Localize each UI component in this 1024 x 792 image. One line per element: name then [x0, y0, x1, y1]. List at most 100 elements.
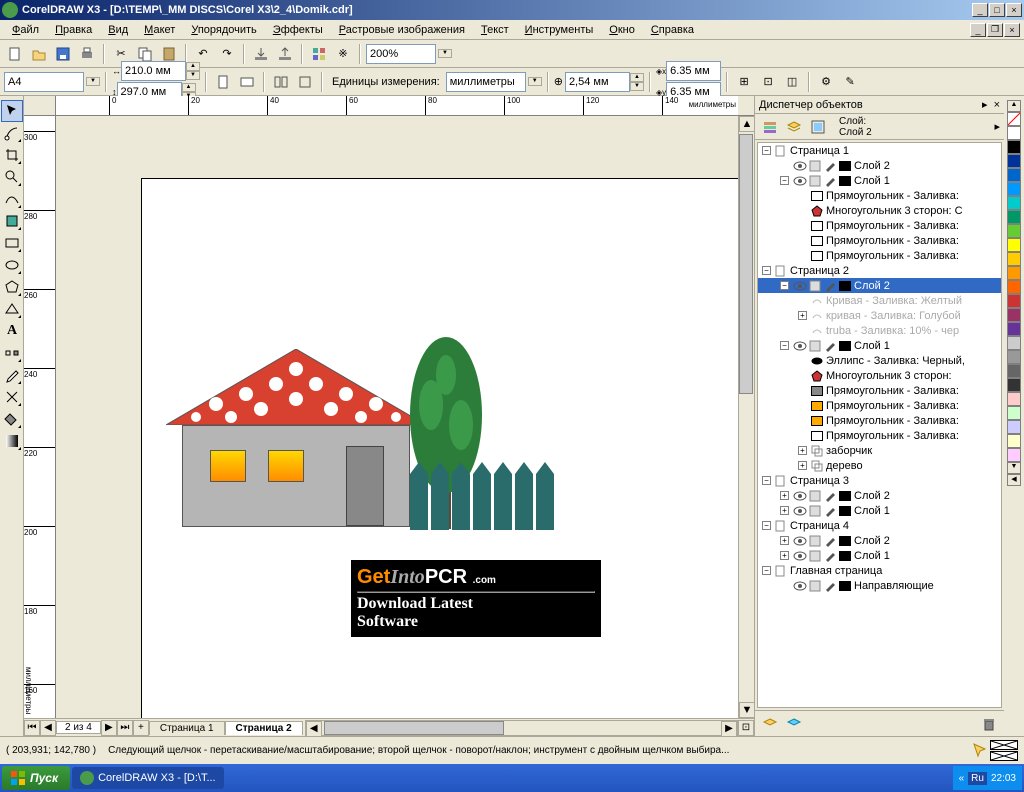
system-tray[interactable]: « Ru 22:03 [953, 766, 1022, 790]
tree-item[interactable]: +Слой 2 [758, 533, 1001, 548]
tree-item[interactable]: Прямоугольник - Заливка: [758, 233, 1001, 248]
no-fill-swatch[interactable] [1007, 112, 1021, 126]
palette-up-button[interactable]: ▲ [1007, 100, 1021, 112]
tree-item[interactable]: +заборчик [758, 443, 1001, 458]
interactive-fill-tool[interactable] [1, 430, 23, 452]
last-page-button[interactable]: ⏭ [117, 720, 133, 736]
scroll-up-button[interactable]: ▲ [739, 116, 755, 132]
shape-tool[interactable] [1, 122, 23, 144]
tree-item[interactable]: +дерево [758, 458, 1001, 473]
color-swatch[interactable] [1007, 378, 1021, 392]
start-button[interactable]: Пуск [2, 766, 70, 790]
menu-инструменты[interactable]: Инструменты [517, 22, 602, 38]
welcome-button[interactable]: ※ [332, 43, 354, 65]
menu-растровые изображения[interactable]: Растровые изображения [331, 22, 473, 38]
interactive-blend-tool[interactable] [1, 342, 23, 364]
show-objects-button[interactable] [759, 116, 781, 138]
docker-close-button[interactable]: × [994, 99, 1000, 111]
page-height-up[interactable]: ▲ [182, 83, 196, 92]
color-swatch[interactable] [1007, 196, 1021, 210]
palette-flyout-button[interactable]: ◀ [1007, 474, 1021, 486]
new-button[interactable] [4, 43, 26, 65]
tree-item[interactable]: Прямоугольник - Заливка: [758, 248, 1001, 263]
color-swatch[interactable] [1007, 294, 1021, 308]
color-swatch[interactable] [1007, 406, 1021, 420]
color-swatch[interactable] [1007, 434, 1021, 448]
color-swatch[interactable] [1007, 336, 1021, 350]
color-swatch[interactable] [1007, 364, 1021, 378]
rectangle-tool[interactable] [1, 232, 23, 254]
basic-shapes-tool[interactable] [1, 298, 23, 320]
tree-item[interactable]: −Слой 1 [758, 338, 1001, 353]
page-tab-2[interactable]: Страница 2 [225, 721, 303, 735]
tree-item[interactable]: Прямоугольник - Заливка: [758, 413, 1001, 428]
mdi-minimize-button[interactable]: _ [970, 23, 986, 37]
tree-item[interactable]: −Слой 1 [758, 173, 1001, 188]
duplicate-x-input[interactable] [666, 61, 721, 81]
menu-эффекты[interactable]: Эффекты [265, 22, 331, 38]
page-width-down[interactable]: ▼ [186, 71, 200, 80]
tree-item[interactable]: Кривая - Заливка: Желтый [758, 293, 1001, 308]
units-combo[interactable] [446, 72, 526, 92]
paper-size-combo[interactable] [4, 72, 84, 92]
hscroll-thumb[interactable] [324, 721, 504, 735]
color-swatch[interactable] [1007, 308, 1021, 322]
color-swatch[interactable] [1007, 420, 1021, 434]
ellipse-tool[interactable] [1, 254, 23, 276]
menu-справка[interactable]: Справка [643, 22, 702, 38]
landscape-button[interactable] [236, 71, 258, 93]
color-swatch[interactable] [1007, 224, 1021, 238]
prev-page-button[interactable]: ◀ [40, 720, 56, 736]
tree-item[interactable]: Эллипс - Заливка: Черный, [758, 353, 1001, 368]
drawing-canvas[interactable]: GetIntoPCR .com Download Latest Software [56, 116, 738, 718]
tree-item[interactable]: Прямоугольник - Заливка: [758, 428, 1001, 443]
navigator-button[interactable]: ⊡ [738, 720, 754, 736]
tree-item[interactable]: +Слой 1 [758, 548, 1001, 563]
horizontal-ruler[interactable]: 020406080100120140160180миллиметры [56, 96, 738, 116]
ruler-origin[interactable] [24, 96, 56, 116]
tree-item[interactable]: Прямоугольник - Заливка: [758, 398, 1001, 413]
vertical-scrollbar[interactable]: ▲ ▼ [738, 116, 754, 718]
close-button[interactable]: × [1006, 3, 1022, 17]
page-layout-button-2[interactable] [294, 71, 316, 93]
color-swatch[interactable] [1007, 252, 1021, 266]
color-swatch[interactable] [1007, 168, 1021, 182]
fill-outline-indicator[interactable] [990, 740, 1018, 761]
pick-tool[interactable] [1, 100, 23, 122]
tree-item[interactable]: −Страница 3 [758, 473, 1001, 488]
tree-item[interactable]: truba - Заливка: 10% - чер [758, 323, 1001, 338]
menu-упорядочить[interactable]: Упорядочить [183, 22, 264, 38]
next-page-button[interactable]: ▶ [101, 720, 117, 736]
new-master-layer-button[interactable] [783, 713, 805, 735]
color-swatch[interactable] [1007, 280, 1021, 294]
vertical-ruler[interactable]: миллиметры 300280260240220200180160140 [24, 116, 56, 718]
menu-файл[interactable]: Файл [4, 22, 47, 38]
app-launcher-button[interactable] [308, 43, 330, 65]
tree-item[interactable]: −Страница 1 [758, 143, 1001, 158]
nudge-input[interactable] [565, 72, 630, 92]
tree-item[interactable]: +Слой 2 [758, 488, 1001, 503]
portrait-button[interactable] [212, 71, 234, 93]
zoom-combo[interactable] [366, 44, 436, 64]
crop-tool[interactable] [1, 144, 23, 166]
palette-down-button[interactable]: ▼ [1007, 462, 1021, 474]
polygon-tool[interactable] [1, 276, 23, 298]
object-tree[interactable]: −Страница 1Слой 2−Слой 1Прямоугольник - … [757, 142, 1002, 708]
tree-item[interactable]: Прямоугольник - Заливка: [758, 383, 1001, 398]
tree-item[interactable]: −Главная страница [758, 563, 1001, 578]
tree-item[interactable]: Прямоугольник - Заливка: [758, 218, 1001, 233]
color-swatch[interactable] [1007, 392, 1021, 406]
mdi-restore-button[interactable]: ❐ [987, 23, 1003, 37]
color-swatch[interactable] [1007, 154, 1021, 168]
tree-item[interactable]: −Страница 4 [758, 518, 1001, 533]
first-page-button[interactable]: ⏮ [24, 720, 40, 736]
color-swatch[interactable] [1007, 350, 1021, 364]
export-button[interactable] [274, 43, 296, 65]
page-width-up[interactable]: ▲ [186, 62, 200, 71]
page-width-input[interactable] [121, 61, 186, 81]
units-dropdown[interactable]: ▼ [528, 77, 542, 86]
menu-вид[interactable]: Вид [100, 22, 136, 38]
tree-item[interactable]: −Слой 2 [758, 278, 1001, 293]
page-tab-1[interactable]: Страница 1 [149, 721, 225, 735]
color-swatch[interactable] [1007, 140, 1021, 154]
